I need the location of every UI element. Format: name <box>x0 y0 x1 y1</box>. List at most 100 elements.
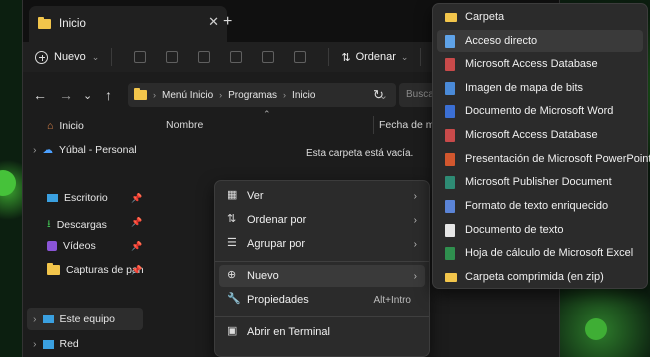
submenu-item-text-document[interactable]: Documento de texto <box>437 219 643 241</box>
chevron-right-icon: › <box>33 338 37 350</box>
chevron-down-icon: ⌄ <box>91 51 100 62</box>
video-icon <box>47 241 57 251</box>
folder-icon <box>38 17 51 29</box>
submenu-item-acceso-directo[interactable]: Acceso directo <box>437 30 643 52</box>
submenu-item-word[interactable]: Documento de Microsoft Word <box>437 100 643 122</box>
download-icon: ⭳ <box>47 218 51 230</box>
folder-icon <box>47 263 60 275</box>
network-icon <box>42 339 54 349</box>
menu-item-abrir-terminal[interactable]: ▣ Abrir en Terminal <box>219 321 425 343</box>
chevron-right-icon: › <box>219 90 223 100</box>
chevron-right-icon: › <box>33 144 37 156</box>
cut-icon[interactable] <box>134 51 147 63</box>
desktop-icon <box>47 194 58 202</box>
sidebar-item-label: Escritorio <box>64 192 108 204</box>
sidebar-item-label: Red <box>59 338 79 350</box>
submenu-item-access-database-2[interactable]: Microsoft Access Database <box>437 124 643 146</box>
paste-icon[interactable] <box>198 51 211 63</box>
shortcut-text: Alt+Intro <box>373 294 411 306</box>
breadcrumb-item[interactable]: Menú Inicio <box>162 90 213 101</box>
submenu-item-carpeta[interactable]: Carpeta <box>437 6 643 28</box>
terminal-icon: ▣ <box>227 325 238 337</box>
tab-inicio[interactable]: Inicio ✕ <box>29 6 227 42</box>
submenu-item-excel[interactable]: Hoja de cálculo de Microsoft Excel <box>437 242 643 264</box>
sidebar-item-label: Vídeos <box>63 240 96 252</box>
forward-icon[interactable]: → <box>59 87 73 103</box>
submenu-item-label: Hoja de cálculo de Microsoft Excel <box>465 247 634 259</box>
new-button-label: Nuevo <box>54 51 86 63</box>
pin-icon: 📌 <box>131 217 143 227</box>
navigation-pane: ⌂ Inicio › ☁ Yúbal - Personal Escritorio… <box>23 112 144 357</box>
sidebar-item-descargas[interactable]: ⭳ Descargas <box>47 216 107 234</box>
rtf-icon <box>445 200 455 213</box>
sidebar-item-red[interactable]: › Red <box>33 338 79 350</box>
pin-icon: 📌 <box>131 265 143 275</box>
sidebar-item-onedrive[interactable]: › ☁ Yúbal - Personal <box>33 144 137 156</box>
chevron-right-icon: › <box>413 214 417 226</box>
submenu-item-label: Carpeta comprimida (en zip) <box>465 271 604 283</box>
up-icon[interactable]: ↑ <box>105 87 112 103</box>
publisher-icon <box>445 176 455 189</box>
sidebar-item-videos[interactable]: Vídeos <box>47 240 96 252</box>
menu-divider <box>215 316 429 317</box>
back-icon[interactable]: ← <box>33 87 47 103</box>
submenu-item-publisher[interactable]: Microsoft Publisher Document <box>437 171 643 193</box>
zip-folder-icon <box>445 273 457 282</box>
folder-icon <box>445 13 457 22</box>
pc-icon <box>42 315 54 323</box>
pin-icon: 📌 <box>131 241 143 251</box>
menu-item-ordenar-por[interactable]: ⇅ Ordenar por › <box>219 209 425 231</box>
menu-item-ver[interactable]: ▦ Ver › <box>219 185 425 207</box>
sidebar-item-label: Inicio <box>59 120 84 132</box>
shortcut-icon <box>445 35 455 48</box>
wallpaper-shape <box>585 318 607 340</box>
rename-icon[interactable] <box>230 51 243 63</box>
menu-item-propiedades[interactable]: 🔧 Propiedades Alt+Intro <box>219 289 425 311</box>
context-menu: ▦ Ver › ⇅ Ordenar por › ☰ Agrupar por › … <box>214 180 430 357</box>
sort-button-label: Ordenar <box>355 51 396 63</box>
menu-item-label: Agrupar por <box>247 238 306 250</box>
submenu-item-access-database[interactable]: Microsoft Access Database <box>437 53 643 75</box>
chevron-right-icon: › <box>413 238 417 250</box>
submenu-item-zip-folder[interactable]: Carpeta comprimida (en zip) <box>437 266 643 288</box>
wrench-icon: 🔧 <box>227 293 241 305</box>
delete-icon[interactable] <box>294 51 307 63</box>
toolbar-divider <box>111 48 113 66</box>
sidebar-item-inicio[interactable]: ⌂ Inicio <box>47 120 84 132</box>
column-header-name[interactable]: Nombre <box>166 119 203 131</box>
breadcrumb-item[interactable]: Inicio <box>292 90 315 101</box>
recent-chevron-icon[interactable]: ⌄ <box>83 89 92 102</box>
submenu-item-label: Presentación de Microsoft PowerPoint <box>465 153 650 165</box>
menu-item-agrupar-por[interactable]: ☰ Agrupar por › <box>219 233 425 255</box>
word-icon <box>445 105 455 118</box>
bitmap-icon <box>445 82 455 95</box>
new-button[interactable]: Nuevo ⌄ <box>35 50 100 64</box>
submenu-item-powerpoint[interactable]: Presentación de Microsoft PowerPoint <box>437 148 650 170</box>
sidebar-item-este-equipo[interactable]: › Este equipo <box>27 308 143 330</box>
menu-item-label: Ordenar por <box>247 214 307 226</box>
menu-item-nuevo[interactable]: ⊕ Nuevo › <box>219 265 425 287</box>
access-icon <box>445 58 455 71</box>
menu-item-label: Abrir en Terminal <box>247 326 330 338</box>
breadcrumb-item[interactable]: Programas <box>228 90 277 101</box>
sidebar-item-escritorio[interactable]: Escritorio <box>47 192 108 204</box>
submenu-item-bitmap[interactable]: Imagen de mapa de bits <box>437 77 643 99</box>
grid-icon: ▦ <box>227 189 238 201</box>
sidebar-item-label: Este equipo <box>59 313 115 325</box>
share-icon[interactable] <box>262 51 275 63</box>
sidebar-item-capturas[interactable]: Capturas de pan <box>47 263 144 276</box>
sort-button[interactable]: ⇅ Ordenar ⌄ <box>341 51 408 64</box>
chevron-right-icon: › <box>413 190 417 202</box>
close-tab-icon[interactable]: ✕ <box>208 14 219 30</box>
refresh-icon[interactable]: ↻ <box>373 87 384 103</box>
chevron-down-icon: ⌄ <box>400 51 409 62</box>
address-bar[interactable]: › Menú Inicio › Programas › Inicio ⌄ <box>128 83 396 107</box>
new-tab-button[interactable]: + <box>223 13 232 31</box>
access-icon <box>445 129 455 142</box>
submenu-item-rtf[interactable]: Formato de texto enriquecido <box>437 195 643 217</box>
menu-item-label: Propiedades <box>247 294 309 306</box>
empty-folder-message: Esta carpeta está vacía. <box>306 148 414 159</box>
new-icon: ⊕ <box>227 269 237 281</box>
copy-icon[interactable] <box>166 51 179 63</box>
cloud-icon: ☁ <box>42 144 54 156</box>
